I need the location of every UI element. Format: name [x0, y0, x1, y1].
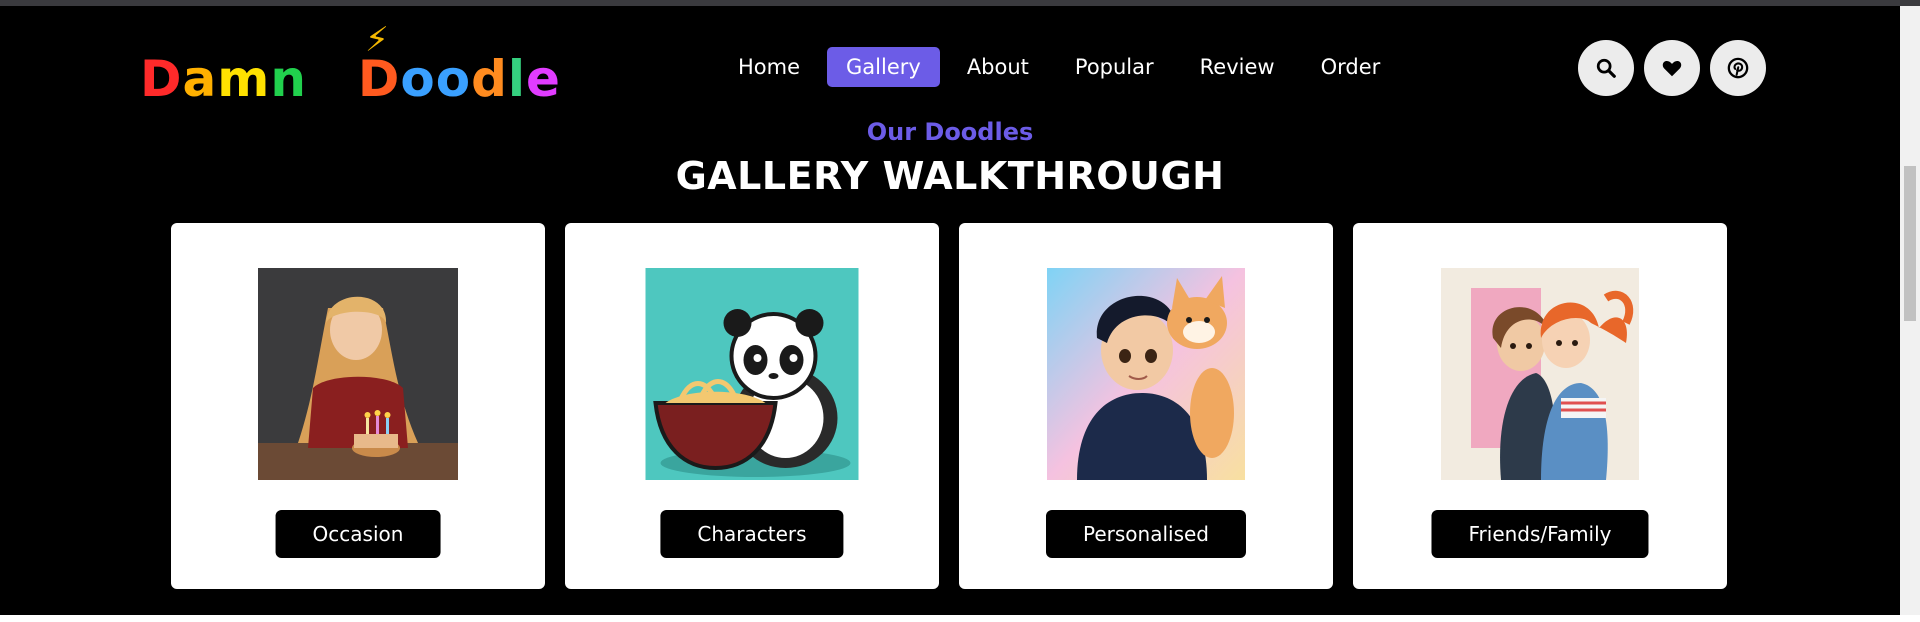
characters-button[interactable]: Characters	[660, 510, 844, 558]
personalised-button[interactable]: Personalised	[1046, 510, 1246, 558]
nav-item-order[interactable]: Order	[1302, 47, 1400, 87]
gallery-card: Personalised	[959, 223, 1333, 589]
gallery-cards: Occasion Characters Personalised Friends…	[171, 223, 1727, 589]
search-icon	[1596, 58, 1616, 78]
pinterest-button[interactable]	[1710, 40, 1766, 96]
page-scrollbar[interactable]	[1900, 6, 1920, 615]
nav-item-about[interactable]: About	[948, 47, 1048, 87]
gallery-card: Friends/Family	[1353, 223, 1727, 589]
logo-letter: e	[526, 50, 561, 108]
page-bottom-strip	[0, 615, 1920, 622]
nav-item-popular[interactable]: Popular	[1056, 47, 1173, 87]
gallery-card: Occasion	[171, 223, 545, 589]
section-subtitle: Our Doodles	[866, 118, 1034, 146]
main-nav: Home Gallery About Popular Review Order	[719, 47, 1399, 87]
logo-letter: n	[270, 50, 307, 108]
heart-icon	[1662, 60, 1682, 77]
nav-item-review[interactable]: Review	[1181, 47, 1294, 87]
pinterest-icon	[1727, 57, 1749, 79]
friends-family-button[interactable]: Friends/Family	[1431, 510, 1649, 558]
search-button[interactable]	[1578, 40, 1634, 96]
logo-letter: o	[435, 50, 472, 108]
personalised-image[interactable]	[1047, 268, 1245, 480]
friends-family-image[interactable]	[1441, 268, 1639, 480]
lightning-bolt-icon: ⚡	[365, 20, 389, 60]
logo-letter: l	[507, 50, 526, 108]
site-logo[interactable]: Damn Doodle	[140, 50, 561, 108]
header-actions	[1578, 40, 1766, 96]
section-title: GALLERY WALKTHROUGH	[675, 154, 1225, 198]
nav-item-home[interactable]: Home	[719, 47, 819, 87]
logo-letter: m	[217, 50, 271, 108]
page: Damn Doodle ⚡ Home Gallery About Popular…	[0, 6, 1900, 615]
gallery-card: Characters	[565, 223, 939, 589]
logo-letter: a	[182, 50, 218, 108]
characters-image[interactable]	[645, 268, 859, 480]
nav-item-gallery[interactable]: Gallery	[827, 47, 940, 87]
wishlist-button[interactable]	[1644, 40, 1700, 96]
logo-letter: o	[400, 50, 436, 108]
logo-letter: D	[140, 50, 183, 108]
occasion-button[interactable]: Occasion	[275, 510, 441, 558]
occasion-image[interactable]	[258, 268, 458, 480]
logo-letter: d	[471, 50, 508, 108]
scrollbar-thumb[interactable]	[1904, 166, 1916, 321]
